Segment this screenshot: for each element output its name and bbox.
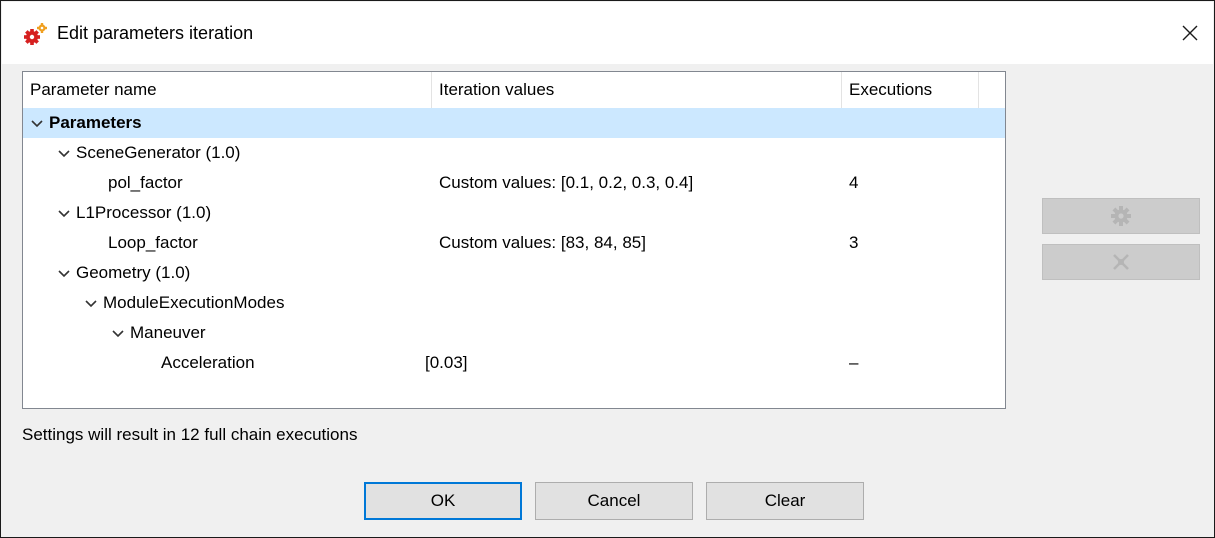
tree-row-label: L1Processor (1.0) (76, 203, 212, 222)
chevron-down-icon[interactable] (58, 149, 76, 158)
ok-button[interactable]: OK (364, 482, 522, 520)
tree-row-loop-factor[interactable]: Loop_factor Custom values: [83, 84, 85] … (23, 228, 1005, 258)
clear-icon (1113, 254, 1129, 270)
column-header-executions[interactable]: Executions (842, 72, 979, 108)
tree-row-label: SceneGenerator (1.0) (76, 143, 241, 162)
tree-row-values: [0.03] (425, 353, 468, 372)
close-icon (1182, 25, 1198, 41)
tree-row-label: Parameters (49, 113, 142, 132)
status-text: Settings will result in 12 full chain ex… (22, 425, 358, 444)
tree-row-values: Custom values: [83, 84, 85] (439, 233, 646, 252)
gears-icon (24, 22, 48, 46)
edit-parameters-dialog: Edit parameters iteration Parameter name… (0, 0, 1215, 538)
column-header-parameter-name[interactable]: Parameter name (23, 72, 432, 108)
tree-header: Parameter name Iteration values Executio… (23, 72, 1005, 108)
gear-icon (1111, 206, 1131, 226)
tree-row-values: Custom values: [0.1, 0.2, 0.3, 0.4] (439, 173, 694, 192)
parameters-tree[interactable]: Parameter name Iteration values Executio… (22, 71, 1006, 409)
tree-row-label: Maneuver (130, 323, 206, 342)
chevron-down-icon[interactable] (85, 299, 103, 308)
chevron-down-icon[interactable] (112, 329, 130, 338)
window-title: Edit parameters iteration (57, 23, 254, 43)
clear-button[interactable]: Clear (706, 482, 864, 520)
cancel-button[interactable]: Cancel (535, 482, 693, 520)
tree-row-executions: 4 (849, 173, 859, 192)
tree-row-l1processor[interactable]: L1Processor (1.0) (23, 198, 1005, 228)
tree-row-maneuver[interactable]: Maneuver (23, 318, 1005, 348)
tree-row-geometry[interactable]: Geometry (1.0) (23, 258, 1005, 288)
tree-row-pol-factor[interactable]: pol_factor Custom values: [0.1, 0.2, 0.3… (23, 168, 1005, 198)
tree-row-executions: – (849, 353, 859, 372)
tree-row-label: Acceleration (161, 353, 255, 372)
clear-iteration-button[interactable] (1042, 244, 1200, 280)
tree-row-parameters[interactable]: Parameters (23, 108, 1005, 138)
chevron-down-icon[interactable] (58, 209, 76, 218)
tree-row-label: ModuleExecutionModes (103, 293, 285, 312)
close-button[interactable] (1167, 2, 1213, 64)
title-bar: Edit parameters iteration (2, 2, 1213, 64)
tree-row-acceleration[interactable]: Acceleration [0.03] – (23, 348, 1005, 378)
chevron-down-icon[interactable] (31, 119, 49, 128)
tree-row-executions: 3 (849, 233, 859, 252)
tree-row-scenegenerator[interactable]: SceneGenerator (1.0) (23, 138, 1005, 168)
column-header-iteration-values[interactable]: Iteration values (432, 72, 842, 108)
tree-row-moduleexecutionmodes[interactable]: ModuleExecutionModes (23, 288, 1005, 318)
edit-iteration-button[interactable] (1042, 198, 1200, 234)
tree-row-label: pol_factor (108, 173, 183, 192)
tree-row-label: Loop_factor (108, 233, 198, 252)
tree-row-label: Geometry (1.0) (76, 263, 191, 282)
chevron-down-icon[interactable] (58, 269, 76, 278)
